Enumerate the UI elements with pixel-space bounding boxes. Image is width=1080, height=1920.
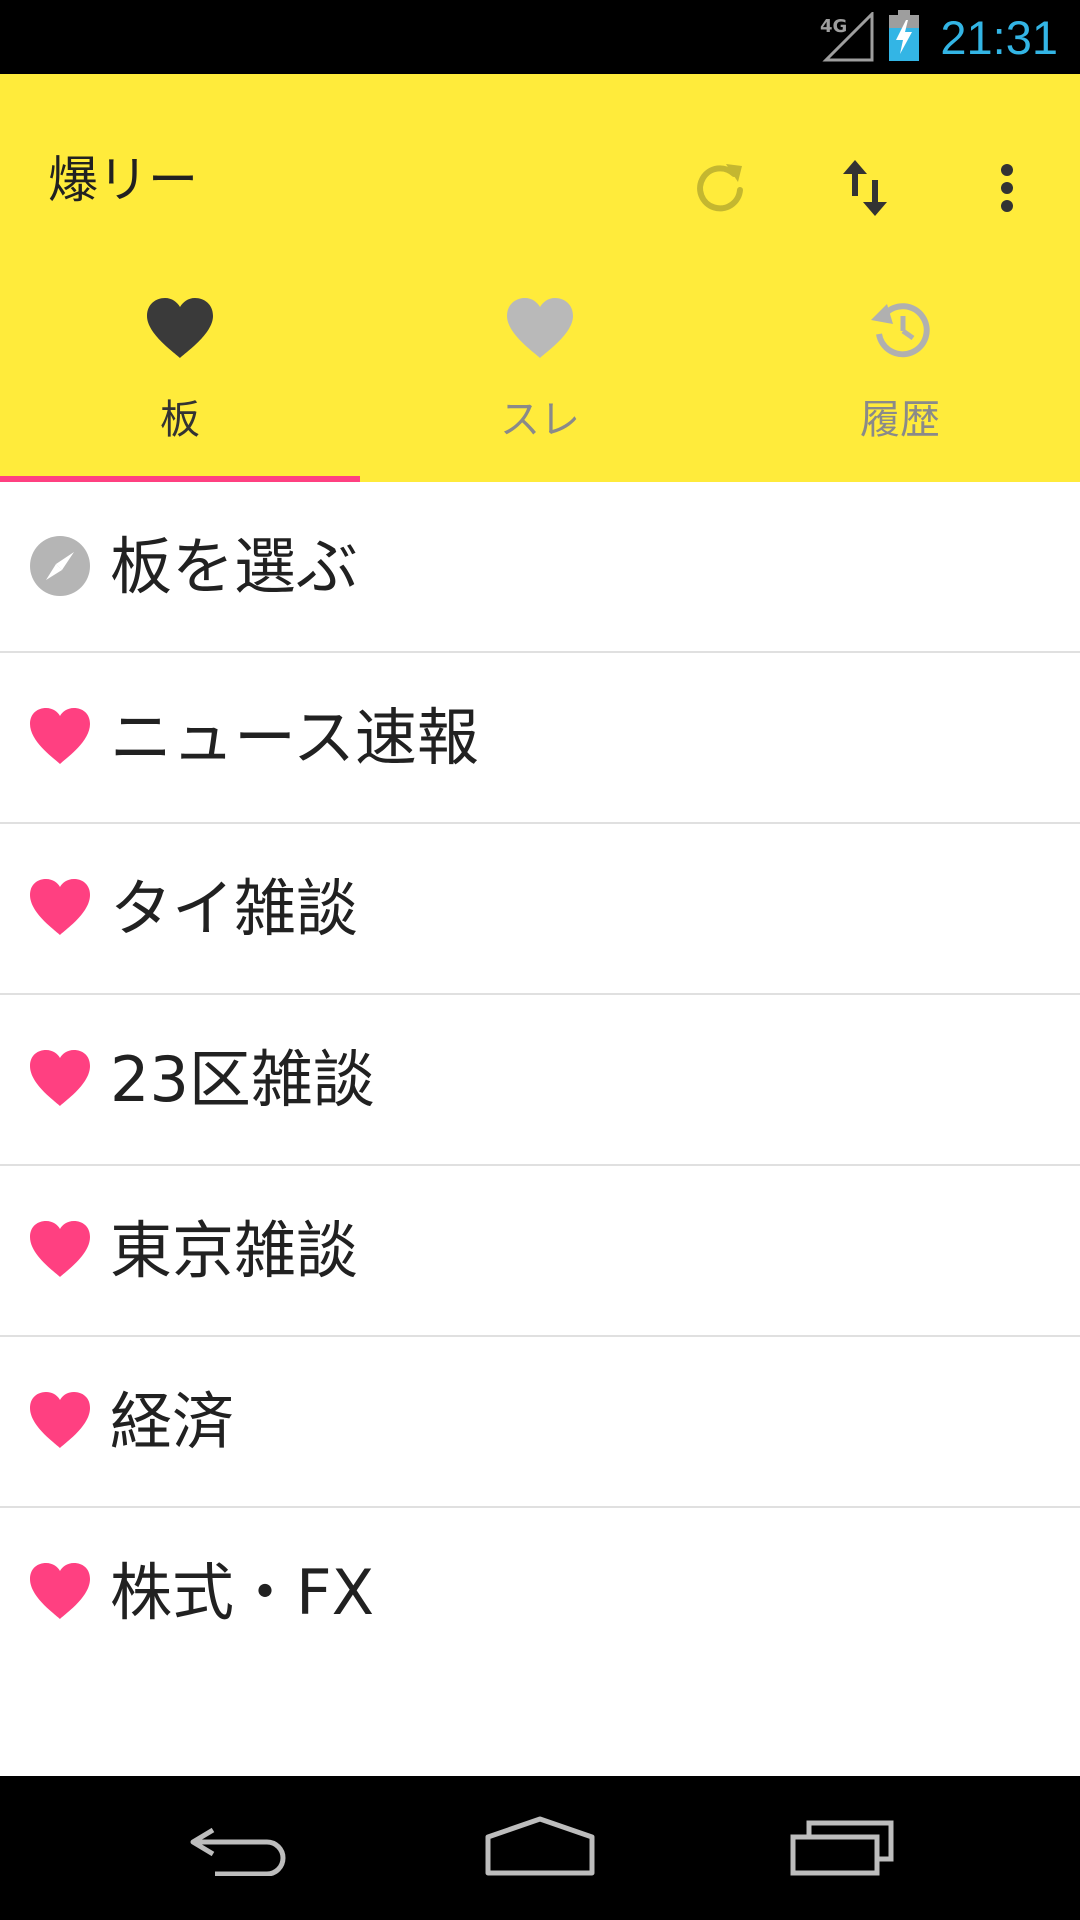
recents-button[interactable]: [782, 1806, 902, 1886]
heart-icon: [30, 708, 90, 764]
sort-button[interactable]: [825, 148, 905, 228]
network-type: 4G: [820, 16, 847, 37]
list-item-label: タイ雑談: [110, 872, 359, 945]
list-item[interactable]: タイ雑談: [0, 824, 1080, 995]
heart-icon: [147, 298, 213, 358]
more-vert-icon: [1001, 164, 1013, 212]
back-button[interactable]: [180, 1806, 300, 1886]
status-bar: 4G 21:31: [0, 0, 1080, 74]
heart-icon: [30, 1050, 90, 1106]
refresh-button[interactable]: [680, 148, 760, 228]
tab-boards-label: 板: [160, 397, 200, 443]
refresh-icon: [697, 164, 743, 212]
battery-charging-icon: [889, 10, 919, 61]
list-item[interactable]: 東京雑談: [0, 1166, 1080, 1337]
app-bar: 爆リー 板 スレ 履歴: [0, 74, 1080, 482]
list-item-choose-board[interactable]: 板を選ぶ: [0, 482, 1080, 653]
heart-icon: [30, 1221, 90, 1277]
list-item-label: ニュース速報: [110, 701, 479, 774]
list-item-label: 経済: [110, 1385, 235, 1458]
home-icon: [485, 1816, 595, 1876]
sort-icon: [843, 160, 887, 216]
tab-history[interactable]: 履歴: [720, 296, 1080, 482]
list-item[interactable]: ニュース速報: [0, 653, 1080, 824]
list-item-label: 東京雑談: [110, 1214, 359, 1287]
heart-icon: [30, 1392, 90, 1448]
overflow-menu-button[interactable]: [967, 148, 1047, 228]
heart-icon: [30, 1563, 90, 1619]
tab-threads-label: スレ: [500, 397, 580, 443]
navigation-bar: [0, 1776, 1080, 1920]
list-item[interactable]: 23区雑談: [0, 995, 1080, 1166]
list-item[interactable]: 株式・FX: [0, 1508, 1080, 1677]
cell-signal-icon: 4G: [820, 12, 874, 62]
screen: 4G 21:31 爆リー 板 スレ 履歴 板を選ぶ ニュース速報 タイ雑談 23…: [0, 0, 1080, 1920]
list-item-label: 23区雑談: [110, 1043, 375, 1116]
list-item[interactable]: 経済: [0, 1337, 1080, 1508]
tab-boards[interactable]: 板: [0, 296, 360, 482]
heart-icon: [30, 879, 90, 935]
list-item-label: 株式・FX: [110, 1556, 375, 1629]
board-list: 板を選ぶ ニュース速報 タイ雑談 23区雑談 東京雑談 経済 株式・FX: [0, 482, 1080, 1677]
heart-icon: [507, 298, 573, 358]
recents-icon: [790, 1820, 894, 1876]
compass-icon: [30, 536, 90, 596]
history-icon: [871, 303, 930, 358]
back-icon: [190, 1827, 286, 1876]
list-item-label: 板を選ぶ: [110, 530, 359, 603]
tab-threads[interactable]: スレ: [360, 296, 720, 482]
tab-history-label: 履歴: [860, 397, 940, 443]
home-button[interactable]: [480, 1806, 600, 1886]
app-title: 爆リー: [48, 151, 198, 209]
clock: 21:31: [940, 11, 1058, 64]
